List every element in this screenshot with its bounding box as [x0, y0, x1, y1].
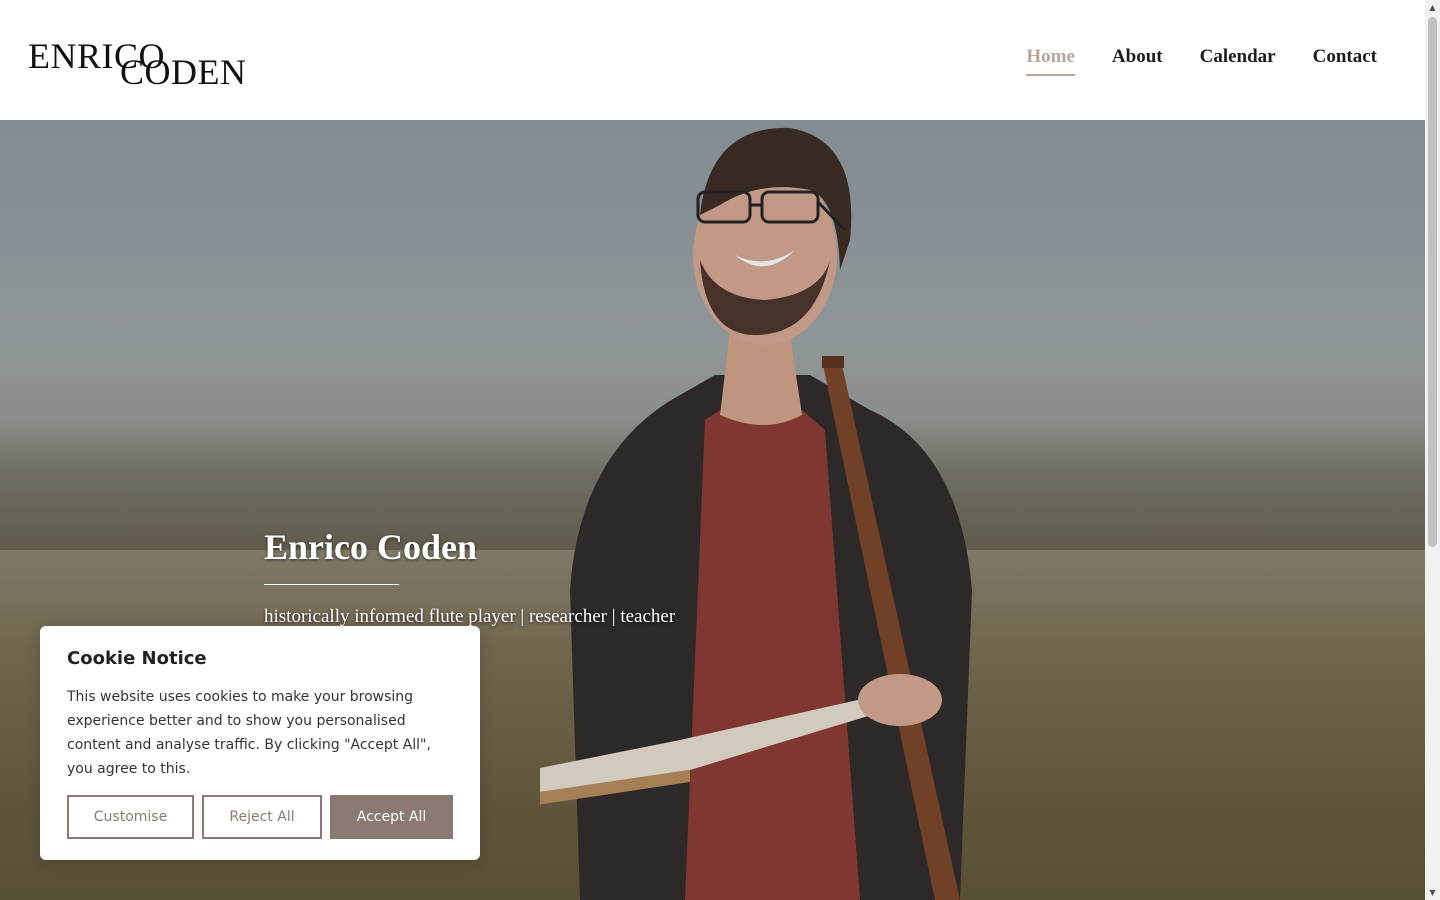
customise-button[interactable]: Customise: [67, 795, 194, 839]
nav-item-about[interactable]: About: [1112, 46, 1163, 76]
hero-title: Enrico Coden: [264, 527, 478, 567]
site-logo[interactable]: ENRICO CODEN: [28, 38, 268, 92]
reject-all-button[interactable]: Reject All: [202, 795, 322, 839]
accept-all-button[interactable]: Accept All: [330, 795, 453, 839]
scroll-down-icon[interactable]: ▼: [1425, 885, 1440, 900]
page-scrollbar[interactable]: ▲ ▼: [1425, 0, 1440, 900]
hero-subtitle: historically informed flute player | res…: [264, 606, 676, 627]
cookie-notice-title: Cookie Notice: [67, 648, 207, 669]
cookie-actions: Customise Reject All Accept All: [67, 795, 453, 839]
logo-line-2: CODEN: [120, 52, 247, 92]
scroll-up-icon[interactable]: ▲: [1425, 0, 1440, 15]
site-header: ENRICO CODEN Home About Calendar Contact: [0, 0, 1425, 120]
scroll-thumb[interactable]: [1428, 17, 1437, 547]
nav-item-contact[interactable]: Contact: [1313, 46, 1377, 76]
hero-divider: [264, 584, 399, 585]
nav-item-calendar[interactable]: Calendar: [1200, 46, 1276, 76]
main-nav: Home About Calendar Contact: [1026, 46, 1377, 76]
cookie-notice-body: This website uses cookies to make your b…: [67, 689, 431, 777]
nav-item-home[interactable]: Home: [1026, 46, 1075, 76]
cookie-notice-dialog: Cookie Notice This website uses cookies …: [40, 626, 480, 860]
